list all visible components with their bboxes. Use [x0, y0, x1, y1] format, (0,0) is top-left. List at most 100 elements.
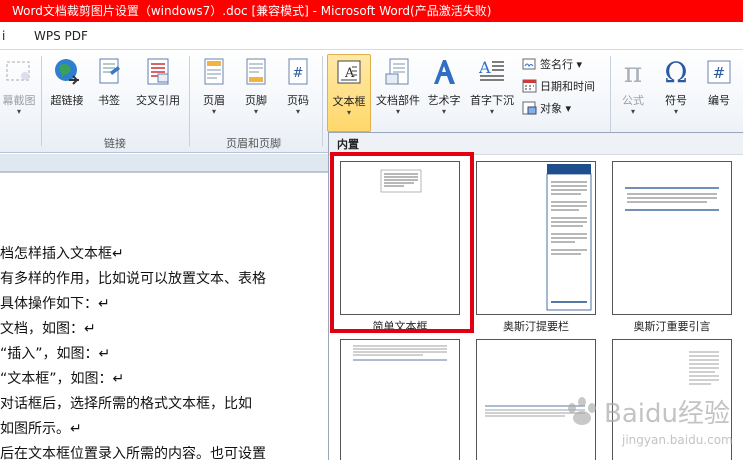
- drop-cap-button[interactable]: A 首字下沉 ▾: [466, 54, 518, 124]
- textbox-button[interactable]: A 文本框 ▾: [327, 54, 371, 132]
- page-number-label: 页码: [287, 94, 309, 107]
- doc-line: 后在文本框位置录入所需的内容。也可设置: [0, 446, 266, 460]
- austin-sidebar-preview: [546, 164, 592, 311]
- svg-text:A: A: [344, 66, 355, 81]
- doc-line: 如图所示。↵: [0, 421, 82, 437]
- wordart-label: 艺术字: [427, 94, 461, 107]
- quick-parts-button[interactable]: 文档部件 ▾: [373, 54, 423, 124]
- number-label: 编号: [708, 94, 730, 107]
- chevron-down-icon: ▾: [576, 58, 583, 71]
- wordart-icon: [434, 60, 455, 84]
- gallery-item-austin-sidebar[interactable]: [476, 161, 596, 315]
- watermark-brand: Baidu经验: [604, 399, 730, 429]
- links-group-label: 链接: [104, 137, 126, 150]
- object-icon: [522, 101, 537, 115]
- hyperlink-label: 超链接: [50, 94, 84, 107]
- ruler: [0, 154, 330, 172]
- doc-line: “插入”，如图：↵: [0, 346, 111, 362]
- textbox-label: 文本框: [332, 95, 366, 108]
- chevron-down-icon: ▾: [395, 107, 400, 116]
- object-label: 对象: [540, 102, 562, 115]
- chevron-down-icon: ▾: [441, 107, 446, 116]
- baidu-paw-icon: Baidu经验 jingyan.baidu.com: [568, 397, 733, 447]
- screenshot-button[interactable]: 幕截图 ▾: [0, 54, 38, 124]
- austin-quote-preview: [625, 187, 719, 211]
- chevron-down-icon: ▾: [673, 107, 678, 116]
- screenshot-label: 幕截图: [2, 94, 36, 107]
- menu-item-partial[interactable]: i: [2, 29, 5, 43]
- page-number-button[interactable]: # 页码 ▾: [280, 54, 316, 124]
- equation-button[interactable]: π 公式 ▾: [614, 54, 652, 124]
- menu-bar: i WPS PDF: [0, 22, 743, 50]
- chevron-down-icon: ▾: [253, 107, 258, 116]
- window-title: Word文档裁剪图片设置（windows7）.doc [兼容模式] - Micr…: [12, 4, 492, 18]
- number-icon: #: [707, 60, 731, 84]
- gallery-item-label: 奥斯汀提要栏: [503, 320, 569, 333]
- header-footer-group-label: 页眉和页脚: [226, 137, 281, 150]
- svg-text:#: #: [713, 64, 726, 82]
- screenshot-icon: [6, 61, 30, 81]
- separator: [41, 56, 42, 146]
- doc-line: “文本框”，如图：↵: [0, 371, 125, 387]
- number-button[interactable]: # 编号: [700, 54, 738, 124]
- doc-line: 文档，如图：↵: [0, 321, 96, 337]
- footer-icon: [246, 58, 266, 85]
- document-body[interactable]: 档怎样插入文本框↵ 有多样的作用，比如说可以放置文本、表格 具体操作如下：↵ 文…: [0, 172, 330, 460]
- drop-cap-icon: A: [478, 58, 504, 81]
- menu-item-wps-pdf[interactable]: WPS PDF: [34, 29, 88, 43]
- chevron-down-icon: ▾: [211, 107, 216, 116]
- cross-reference-label: 交叉引用: [136, 94, 180, 107]
- textbox-preview: [353, 345, 447, 361]
- svg-text:π: π: [624, 56, 642, 88]
- header-label: 页眉: [203, 94, 225, 107]
- date-time-button[interactable]: 日期和时间: [522, 77, 595, 97]
- signature-icon: [522, 58, 536, 70]
- bookmark-label: 书签: [98, 94, 120, 107]
- hyperlink-button[interactable]: 超链接: [46, 54, 88, 124]
- cross-reference-icon: [147, 58, 169, 85]
- chevron-down-icon: ▾: [295, 107, 300, 116]
- doc-line: 对话框后，选择所需的格式文本框，比如: [0, 396, 252, 412]
- chevron-down-icon: ▾: [346, 108, 351, 117]
- svg-text:Ω: Ω: [664, 56, 687, 88]
- wordart-button[interactable]: 艺术字 ▾: [424, 54, 464, 124]
- signature-line-button[interactable]: 签名行 ▾: [522, 55, 582, 75]
- omega-icon: Ω: [664, 56, 687, 88]
- drop-cap-label: 首字下沉: [470, 94, 514, 107]
- bookmark-button[interactable]: 书签: [92, 54, 126, 124]
- doc-line: 有多样的作用，比如说可以放置文本、表格: [0, 271, 266, 287]
- calendar-icon: [522, 79, 537, 93]
- baidu-watermark: Baidu经验 jingyan.baidu.com: [558, 388, 738, 452]
- symbol-button[interactable]: Ω 符号 ▾: [656, 54, 696, 124]
- doc-line: 档怎样插入文本框↵: [0, 246, 124, 262]
- header-icon: [204, 58, 224, 85]
- symbol-label: 符号: [665, 94, 687, 107]
- object-button[interactable]: 对象 ▾: [522, 99, 571, 119]
- chevron-down-icon: ▾: [16, 107, 21, 116]
- signature-line-label: 签名行: [540, 58, 573, 71]
- separator: [189, 56, 190, 146]
- watermark-url: jingyan.baidu.com: [621, 433, 733, 447]
- equation-label: 公式: [622, 94, 644, 107]
- title-bar: Word文档裁剪图片设置（windows7）.doc [兼容模式] - Micr…: [0, 0, 743, 22]
- page-number-icon: #: [288, 58, 308, 85]
- bookmark-icon: [99, 58, 120, 84]
- gallery-item-austin-quote[interactable]: [612, 161, 732, 315]
- gallery-item[interactable]: [340, 339, 460, 460]
- date-time-label: 日期和时间: [540, 80, 595, 93]
- gallery-item-label: 奥斯汀重要引言: [633, 320, 711, 333]
- chevron-down-icon: ▾: [565, 102, 572, 115]
- quick-parts-icon: [385, 58, 409, 85]
- chevron-down-icon: ▾: [630, 107, 635, 116]
- pi-icon: π: [624, 56, 642, 88]
- textbox-icon: A: [337, 60, 361, 84]
- doc-line: 具体操作如下：↵: [0, 296, 110, 312]
- separator: [322, 56, 323, 146]
- cross-reference-button[interactable]: 交叉引用: [130, 54, 186, 124]
- footer-button[interactable]: 页脚 ▾: [238, 54, 274, 124]
- globe-link-icon: [55, 59, 79, 85]
- header-button[interactable]: 页眉 ▾: [196, 54, 232, 124]
- selection-highlight: [330, 152, 474, 333]
- quick-parts-label: 文档部件: [376, 94, 420, 107]
- chevron-down-icon: ▾: [489, 107, 494, 116]
